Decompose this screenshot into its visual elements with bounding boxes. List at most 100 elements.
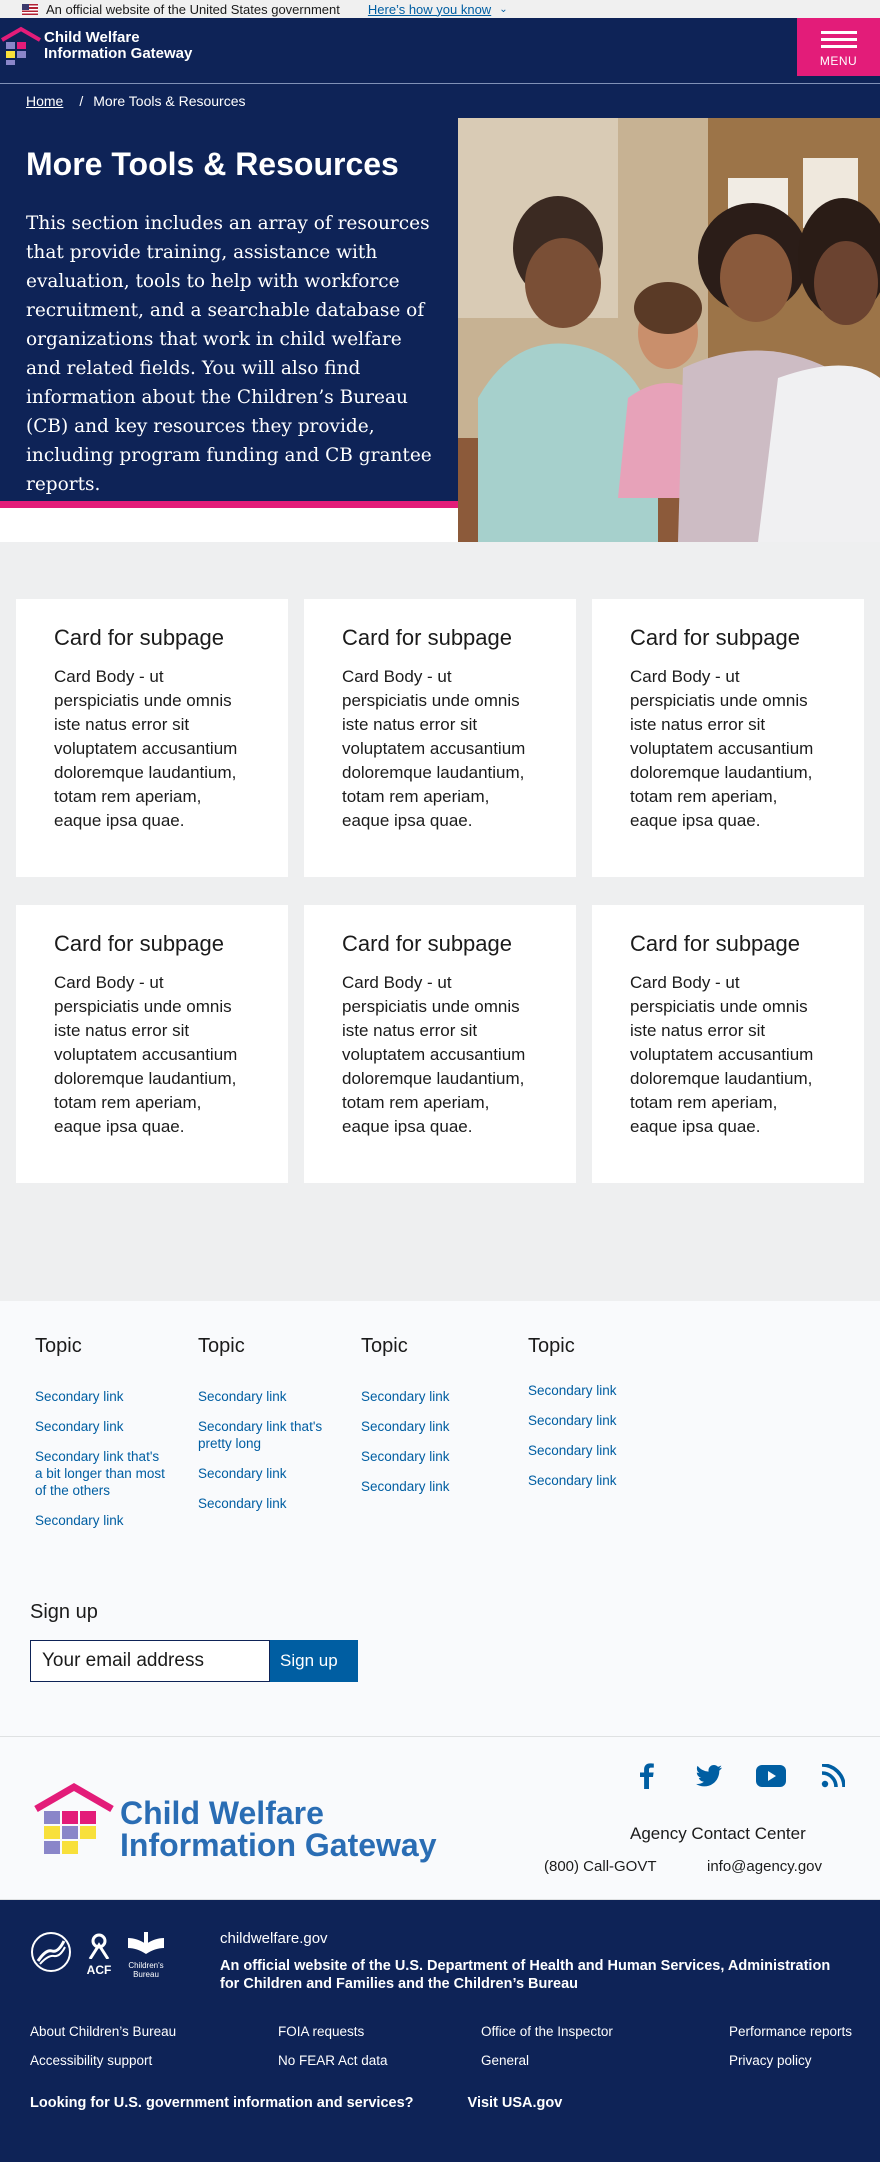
cb-logo-text-2: Bureau <box>133 1970 159 1979</box>
secondary-link[interactable]: Secondary link that's a bit longer than … <box>35 1448 170 1499</box>
us-flag-icon <box>22 3 38 15</box>
topic-heading: Topic <box>198 1335 245 1357</box>
secondary-link[interactable]: Secondary link <box>361 1448 496 1465</box>
cards-section: Card for subpage Card Body - ut perspici… <box>0 542 880 1301</box>
identifier-link[interactable]: Accessibility support <box>30 2052 278 2069</box>
topic-heading: Topic <box>35 1335 82 1357</box>
site-header: Child Welfare Information Gateway MENU <box>0 18 880 84</box>
secondary-link[interactable]: Secondary link <box>361 1418 496 1435</box>
secondary-link[interactable]: Secondary link <box>528 1412 663 1429</box>
secondary-link[interactable]: Secondary link <box>35 1512 170 1529</box>
logo-line-1: Child Welfare <box>44 29 140 46</box>
topic-column: Topic Secondary link Secondary link Seco… <box>35 1335 198 1542</box>
house-logo-icon <box>34 1782 114 1854</box>
contact-center-heading: Agency Contact Center <box>630 1824 806 1843</box>
subpage-card[interactable]: Card for subpage Card Body - ut perspici… <box>304 905 576 1183</box>
hhs-logo-icon <box>30 1931 72 1978</box>
acf-logo-icon: ACF <box>86 1933 112 1976</box>
menu-button[interactable]: MENU <box>797 18 880 76</box>
secondary-link[interactable]: Secondary link <box>528 1472 663 1489</box>
menu-label: MENU <box>819 53 858 68</box>
topic-heading: Topic <box>528 1335 575 1357</box>
identifier-link[interactable]: No FEAR Act data <box>278 2052 481 2069</box>
agency-identifier: ACF Children's Bureau childwelfare.gov A… <box>0 1900 880 2162</box>
card-body: Card Body - ut perspiciatis unde omnis i… <box>54 667 238 830</box>
chevron-down-icon[interactable]: ⌄ <box>499 4 507 15</box>
site-domain: childwelfare.gov <box>220 1930 328 1947</box>
breadcrumb-current: More Tools & Resources <box>93 93 246 109</box>
official-agency-text: An official website of the U.S. Departme… <box>220 1958 831 1992</box>
hamburger-icon <box>820 27 857 52</box>
topic-column: Topic Secondary link Secondary link Seco… <box>361 1335 524 1542</box>
house-logo-icon <box>0 26 42 66</box>
secondary-link[interactable]: Secondary link <box>198 1465 333 1482</box>
subpage-card[interactable]: Card for subpage Card Body - ut perspici… <box>16 599 288 877</box>
card-row: Card for subpage Card Body - ut perspici… <box>16 599 864 877</box>
card-title: Card for subpage <box>54 625 224 650</box>
secondary-link[interactable]: Secondary link <box>198 1388 333 1405</box>
breadcrumb-home[interactable]: Home <box>26 93 63 109</box>
secondary-link[interactable]: Secondary link that's pretty long <box>198 1418 333 1452</box>
card-body: Card Body - ut perspiciatis unde omnis i… <box>630 973 814 1136</box>
identifier-link[interactable]: Office of the Inspector <box>481 2023 729 2040</box>
identifier-links: About Children’s Bureau FOIA requests Of… <box>30 2023 852 2069</box>
email-input[interactable] <box>30 1640 270 1682</box>
contact-phone[interactable]: (800) Call-GOVT <box>544 1858 657 1875</box>
card-title: Card for subpage <box>54 931 224 956</box>
social-links <box>630 1761 878 1791</box>
secondary-link[interactable]: Secondary link <box>35 1418 170 1435</box>
identifier-link[interactable]: Privacy policy <box>729 2052 869 2069</box>
site-logo[interactable]: Child Welfare Information Gateway <box>0 26 192 66</box>
identifier-link[interactable]: Performance reports <box>729 2023 869 2040</box>
footer-logo-line-1: Child Welfare <box>120 1795 324 1831</box>
secondary-link[interactable]: Secondary link <box>528 1382 663 1399</box>
hero-text-panel: More Tools & Resources This section incl… <box>0 118 458 508</box>
identifier-link[interactable]: About Children’s Bureau <box>30 2023 278 2040</box>
facebook-icon[interactable] <box>630 1761 664 1791</box>
hero-description: This section includes an array of resour… <box>26 213 432 495</box>
secondary-link[interactable]: Secondary link <box>361 1388 496 1405</box>
card-title: Card for subpage <box>342 625 512 650</box>
topic-column: Topic Secondary link Secondary link Seco… <box>524 1335 687 1542</box>
footer-logo[interactable]: Child Welfare Information Gateway <box>32 1777 437 1861</box>
subpage-card[interactable]: Card for subpage Card Body - ut perspici… <box>16 905 288 1183</box>
usa-gov-row: Looking for U.S. government information … <box>30 2095 850 2111</box>
signup-form: Sign up <box>30 1640 850 1682</box>
card-body: Card Body - ut perspiciatis unde omnis i… <box>54 973 238 1136</box>
identifier-link[interactable]: General <box>481 2052 729 2069</box>
rss-icon[interactable] <box>816 1761 850 1791</box>
topic-column: Topic Secondary link Secondary link that… <box>198 1335 361 1542</box>
subpage-card[interactable]: Card for subpage Card Body - ut perspici… <box>592 905 864 1183</box>
how-you-know-link[interactable]: Here’s how you know <box>368 2 491 17</box>
signup-section: Sign up Sign up <box>0 1601 880 1737</box>
breadcrumb: Home / More Tools & Resources <box>0 84 880 118</box>
acf-logo-text: ACF <box>86 1963 112 1977</box>
signup-button[interactable]: Sign up <box>270 1640 358 1682</box>
subpage-card[interactable]: Card for subpage Card Body - ut perspici… <box>304 599 576 877</box>
twitter-icon[interactable] <box>692 1761 726 1791</box>
card-row: Card for subpage Card Body - ut perspici… <box>16 905 864 1183</box>
official-site-text: An official website of the United States… <box>46 1 340 17</box>
subpage-card[interactable]: Card for subpage Card Body - ut perspici… <box>592 599 864 877</box>
signup-heading: Sign up <box>30 1601 98 1623</box>
youtube-icon[interactable] <box>754 1761 788 1791</box>
identifier-link[interactable]: FOIA requests <box>278 2023 481 2040</box>
footer-logo-line-2: Information Gateway <box>120 1827 437 1863</box>
card-title: Card for subpage <box>342 931 512 956</box>
secondary-link[interactable]: Secondary link <box>198 1495 333 1512</box>
logo-line-2: Information Gateway <box>44 45 193 62</box>
visit-usa-gov-link[interactable]: Visit USA.gov <box>468 2095 563 2111</box>
breadcrumb-separator: / <box>79 93 84 109</box>
card-body: Card Body - ut perspiciatis unde omnis i… <box>630 667 814 830</box>
topic-heading: Topic <box>361 1335 408 1357</box>
contact-email[interactable]: info@agency.gov <box>707 1858 822 1875</box>
secondary-link[interactable]: Secondary link <box>35 1388 170 1405</box>
card-body: Card Body - ut perspiciatis unde omnis i… <box>342 973 526 1136</box>
secondary-link[interactable]: Secondary link <box>528 1442 663 1459</box>
footer-links: Topic Secondary link Secondary link Seco… <box>0 1301 880 1601</box>
card-title: Card for subpage <box>630 625 800 650</box>
footer-contact: Child Welfare Information Gateway Agency… <box>0 1737 880 1900</box>
hero: More Tools & Resources This section incl… <box>0 118 880 542</box>
hero-photo <box>458 118 880 542</box>
secondary-link[interactable]: Secondary link <box>361 1478 496 1495</box>
